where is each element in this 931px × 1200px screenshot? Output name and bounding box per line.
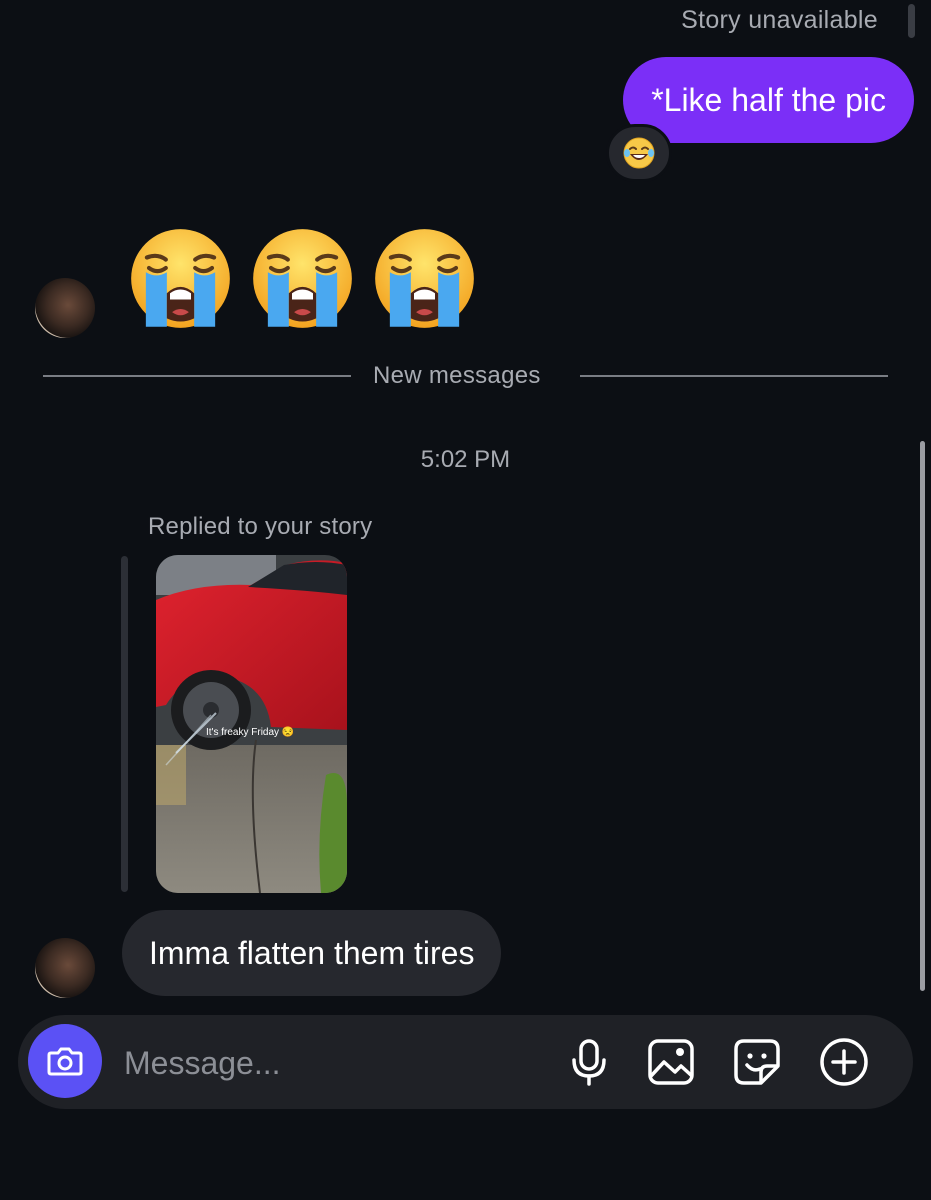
divider-line-left (43, 375, 351, 377)
camera-button[interactable] (28, 1024, 102, 1098)
crying-face-icon (375, 229, 474, 328)
contact-avatar[interactable] (35, 278, 95, 338)
voice-message-button[interactable] (563, 1036, 615, 1088)
outgoing-message-bubble[interactable]: *Like half the pic (623, 57, 914, 143)
story-unavailable-label: Story unavailable (681, 6, 878, 34)
contact-avatar[interactable] (35, 938, 95, 998)
incoming-message-text: Imma flatten them tires (149, 934, 475, 971)
incoming-emoji-message[interactable] (128, 226, 477, 331)
story-thumbnail[interactable]: It's freaky Friday 😒 (156, 555, 347, 893)
message-input[interactable] (122, 1036, 546, 1090)
story-reply-label: Replied to your story (148, 513, 373, 540)
new-messages-divider: New messages (373, 362, 541, 389)
sticker-icon (734, 1039, 780, 1085)
camera-icon (47, 1047, 83, 1076)
laughing-emoji-icon (623, 137, 655, 169)
microphone-icon (572, 1039, 606, 1086)
gallery-icon (648, 1039, 694, 1085)
crying-face-icon (253, 229, 352, 328)
story-caption: It's freaky Friday 😒 (206, 726, 294, 738)
more-options-button[interactable] (818, 1036, 870, 1088)
gallery-button[interactable] (645, 1036, 697, 1088)
story-photo: It's freaky Friday 😒 (156, 555, 347, 893)
message-timestamp: 5:02 PM (420, 446, 511, 473)
incoming-message-bubble[interactable]: Imma flatten them tires (122, 910, 502, 996)
sticker-button[interactable] (731, 1036, 783, 1088)
crying-face-icon (131, 229, 230, 328)
outgoing-message-text: *Like half the pic (651, 81, 886, 118)
top-scroll-indicator (908, 4, 915, 38)
reply-quote-bar (121, 556, 128, 892)
scrollbar[interactable] (920, 441, 925, 991)
divider-line-right (580, 375, 888, 377)
message-reaction[interactable] (606, 124, 672, 182)
plus-icon (820, 1038, 868, 1086)
